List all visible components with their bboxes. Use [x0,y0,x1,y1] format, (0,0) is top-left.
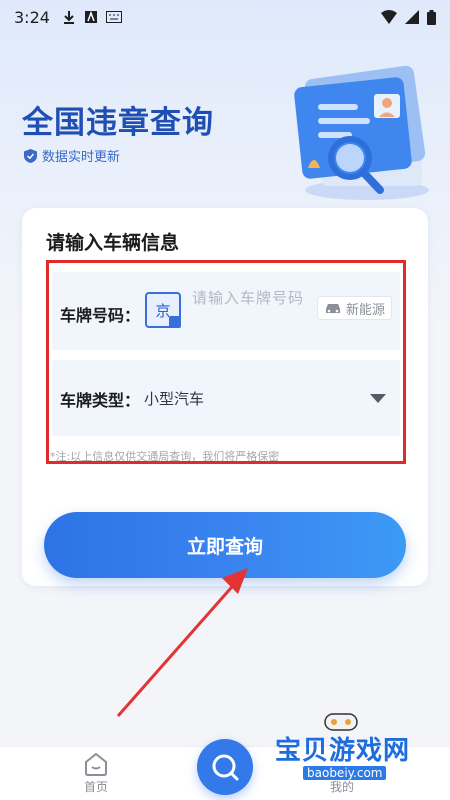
keyboard-icon [105,11,122,23]
nav-search-button[interactable] [197,739,253,795]
search-icon [212,754,239,781]
card-title: 请输入车辆信息 [46,232,180,254]
nav-home[interactable]: 首页 [66,752,126,800]
query-button[interactable]: 立即查询 [44,512,406,578]
home-icon [85,752,107,776]
highlight-box [46,260,406,464]
status-icons [381,9,436,25]
status-time: 3:24 [14,7,50,27]
subtitle: 数据实时更新 [24,146,120,165]
app-notification-icon [84,10,97,23]
shield-check-icon [24,148,37,163]
watermark-url: baobeiy.com [303,766,387,780]
vehicle-info-card: 请输入车辆信息 车牌号码： 京 请输入车牌号码 新能源 车牌类型： 小型汽车 *… [22,208,428,586]
gamepad-icon [324,713,358,731]
status-bar: 3:24 [0,0,450,34]
watermark-logo: 宝贝游戏网 baobeiy.com [275,713,445,786]
signal-icon [405,10,419,24]
battery-icon [427,9,436,25]
page-title: 全国违章查询 [22,105,214,141]
subtitle-text: 数据实时更新 [42,150,121,165]
search-document-illustration [294,65,429,200]
nav-home-label: 首页 [83,780,108,794]
watermark-text: 宝贝游戏网 [275,736,411,766]
download-icon [63,11,74,24]
wifi-icon [381,10,397,24]
